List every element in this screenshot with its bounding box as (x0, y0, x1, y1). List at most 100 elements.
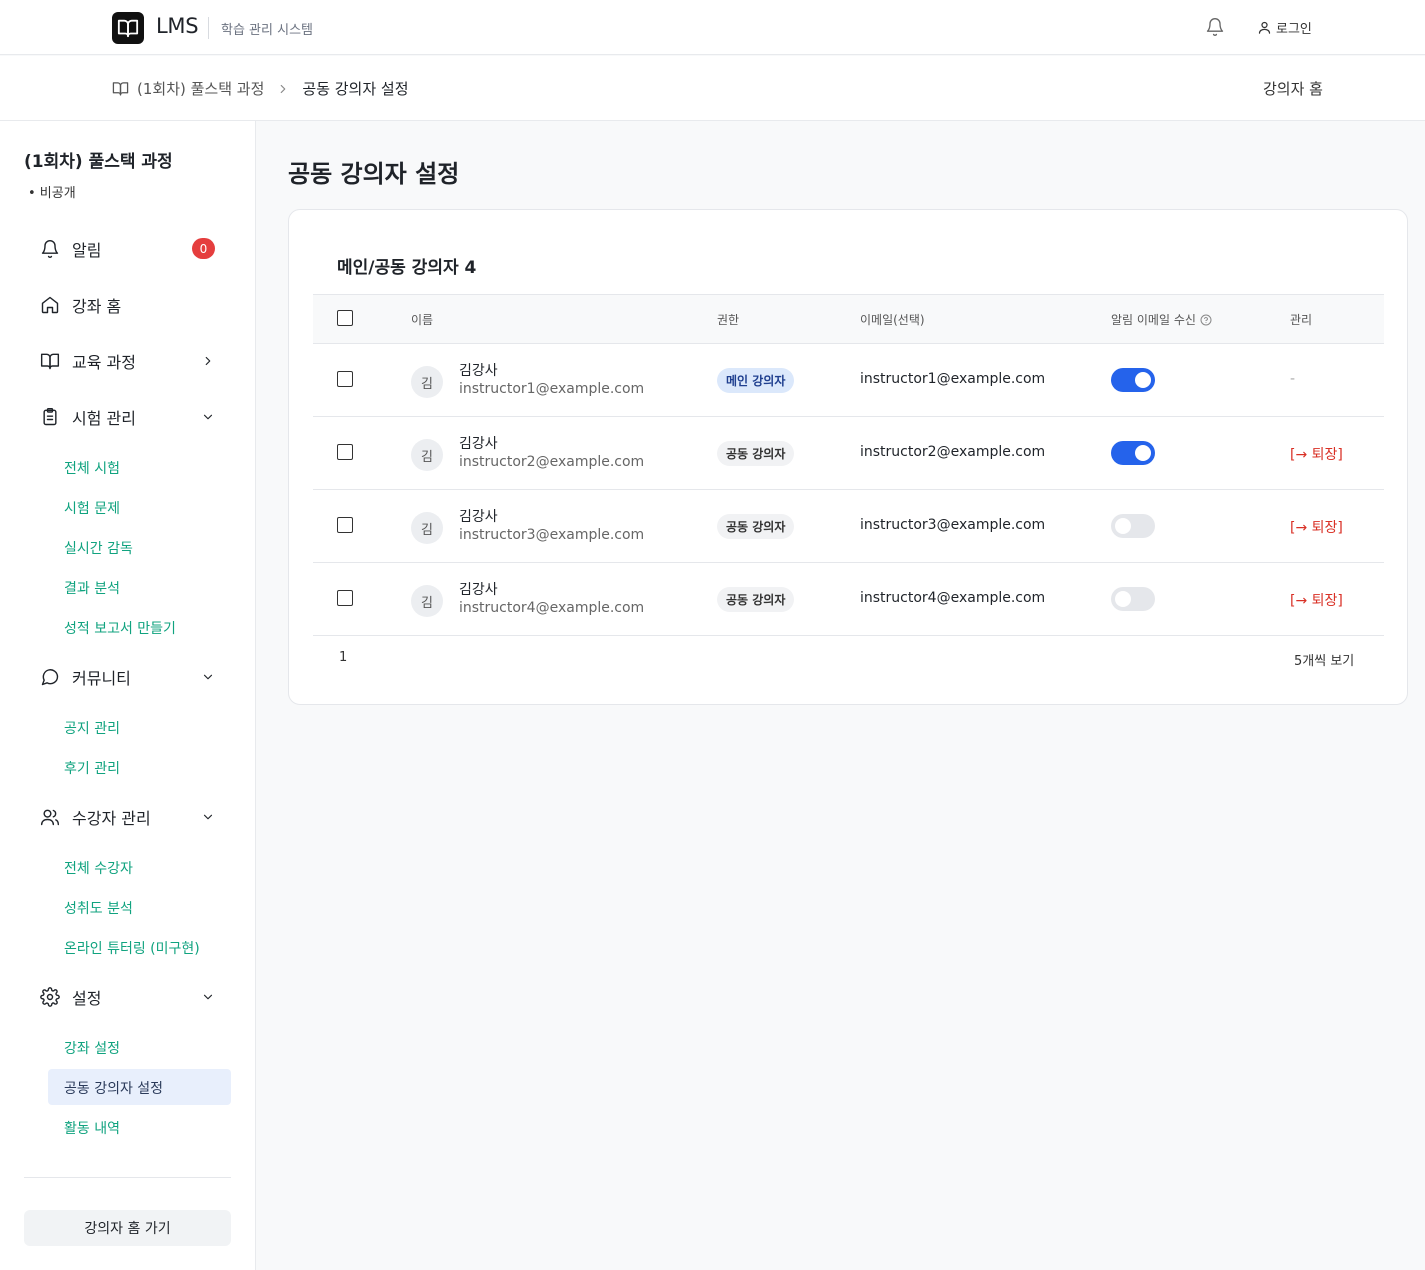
sidebar-subitem-live-proctoring[interactable]: 실시간 감독 (64, 538, 133, 558)
remove-instructor-button[interactable]: [→ 퇴장] (1290, 444, 1343, 464)
instructor-email: instructor1@example.com (860, 371, 1046, 387)
avatar: 김 (411, 585, 443, 617)
bell-icon[interactable] (1205, 17, 1225, 37)
sidebar-subitem-result-analysis[interactable]: 결과 분석 (64, 578, 120, 598)
row-checkbox[interactable] (337, 444, 353, 460)
sidebar-subitem-notice-management[interactable]: 공지 관리 (64, 718, 120, 738)
sidebar-subitem-achievement-analysis[interactable]: 성취도 분석 (64, 898, 133, 918)
role-badge: 공동 강의자 (717, 514, 795, 539)
instructor-name: 김강사 (459, 363, 498, 379)
sidebar-item-notifications[interactable]: 알림 0 (40, 237, 220, 261)
sidebar-subitem-grade-report[interactable]: 성적 보고서 만들기 (64, 618, 176, 638)
sidebar-item-course-home[interactable]: 강좌 홈 (40, 293, 220, 317)
remove-instructor-button[interactable]: [→ 퇴장] (1290, 517, 1343, 537)
book-icon (40, 351, 60, 371)
sidebar-item-label: 시험 관리 (72, 409, 136, 428)
sidebar-subitem-review-management[interactable]: 후기 관리 (64, 758, 120, 778)
select-all-checkbox[interactable] (337, 310, 353, 326)
role-badge: 공동 강의자 (717, 441, 795, 466)
users-icon (40, 807, 60, 827)
notify-email-toggle[interactable] (1111, 368, 1155, 392)
logo-book-icon[interactable] (112, 12, 144, 44)
sidebar-subitem-all-exams[interactable]: 전체 시험 (64, 458, 120, 478)
clipboard-icon (40, 407, 60, 427)
remove-instructor-button[interactable]: [→ 퇴장] (1290, 590, 1343, 610)
login-button[interactable]: 로그인 (1257, 18, 1312, 37)
sidebar-subitem-activity-log[interactable]: 활동 내역 (64, 1118, 120, 1138)
page-size-select[interactable]: 5개씩 보기 (1294, 650, 1354, 669)
table-row: 김 김강사 instructor4@example.com 공동 강의자 ins… (313, 563, 1384, 636)
instructor-name: 김강사 (459, 436, 498, 452)
card-title: 메인/공동 강의자 4 (337, 258, 477, 278)
pagination-page[interactable]: 1 (339, 650, 347, 665)
bell-icon (40, 239, 60, 259)
instructor-email: instructor2@example.com (860, 444, 1046, 460)
notify-email-toggle[interactable] (1111, 514, 1155, 538)
column-header-role: 권한 (717, 313, 740, 327)
instructor-name: 김강사 (459, 509, 498, 525)
chevron-right-icon (276, 82, 290, 96)
avatar: 김 (411, 439, 443, 471)
instructor-email: instructor3@example.com (860, 517, 1046, 533)
page-title: 공동 강의자 설정 (288, 160, 460, 188)
logo-text[interactable]: LMS (156, 14, 199, 38)
help-circle-icon[interactable] (1200, 314, 1212, 326)
gear-icon (40, 987, 60, 1007)
home-icon (40, 295, 60, 315)
sidebar-item-exam-management[interactable]: 시험 관리 (40, 405, 220, 429)
user-icon (1257, 20, 1272, 35)
column-header-notify: 알림 이메일 수신 (1111, 311, 1212, 328)
toggle-knob (1135, 372, 1151, 388)
row-checkbox[interactable] (337, 371, 353, 387)
instructor-name: 김강사 (459, 582, 498, 598)
sidebar-subitem-all-students[interactable]: 전체 수강자 (64, 858, 133, 878)
toggle-knob (1115, 591, 1131, 607)
sidebar-item-label: 커뮤니티 (72, 669, 131, 688)
login-label: 로그인 (1276, 22, 1312, 37)
top-header: LMS 학습 관리 시스템 로그인 (0, 0, 1425, 55)
logo-divider (208, 17, 209, 39)
role-badge: 공동 강의자 (717, 587, 795, 612)
sidebar-item-label: 강좌 홈 (72, 297, 122, 316)
instructor-home-link[interactable]: 강의자 홈 (1263, 78, 1323, 99)
toggle-knob (1115, 518, 1131, 534)
sidebar-item-community[interactable]: 커뮤니티 (40, 665, 220, 689)
breadcrumb-current: 공동 강의자 설정 (302, 80, 409, 98)
column-header-name: 이름 (411, 313, 434, 327)
row-checkbox[interactable] (337, 517, 353, 533)
table-header: 이름 권한 이메일(선택) 알림 이메일 수신 관리 (313, 294, 1384, 344)
sidebar-item-label: 설정 (72, 989, 102, 1008)
sidebar-item-curriculum[interactable]: 교육 과정 (40, 349, 220, 373)
sidebar-subitem-exam-questions[interactable]: 시험 문제 (64, 498, 120, 518)
sidebar-subitem-label-active: 공동 강의자 설정 (64, 1081, 164, 1097)
avatar: 김 (411, 366, 443, 398)
sidebar-subitem-course-settings[interactable]: 강좌 설정 (64, 1038, 120, 1058)
instructor-table-card: 메인/공동 강의자 4 이름 권한 이메일(선택) 알림 이메일 수신 관리 김… (288, 209, 1408, 705)
notify-email-toggle[interactable] (1111, 587, 1155, 611)
chevron-down-icon (201, 670, 215, 684)
breadcrumb-bar: (1회차) 풀스택 과정 공동 강의자 설정 강의자 홈 (0, 56, 1425, 121)
column-header-manage: 관리 (1290, 313, 1313, 327)
chevron-down-icon (201, 990, 215, 1004)
go-instructor-home-button[interactable]: 강의자 홈 가기 (24, 1210, 231, 1246)
column-header-notify-label: 알림 이메일 수신 (1111, 313, 1196, 327)
breadcrumb-course-link[interactable]: (1회차) 풀스택 과정 (137, 78, 264, 99)
notify-email-toggle[interactable] (1111, 441, 1155, 465)
sidebar-divider (24, 1177, 231, 1178)
sidebar-subitem-online-tutoring[interactable]: 온라인 튜터링 (미구현) (64, 938, 200, 958)
row-checkbox[interactable] (337, 590, 353, 606)
instructor-account: instructor2@example.com (459, 454, 645, 470)
notification-count-badge: 0 (192, 238, 215, 259)
sidebar-item-label: 알림 (72, 241, 102, 260)
chevron-down-icon (201, 810, 215, 824)
instructor-email: instructor4@example.com (860, 590, 1046, 606)
sidebar-item-settings[interactable]: 설정 (40, 985, 220, 1009)
sidebar-item-label: 수강자 관리 (72, 809, 151, 828)
instructor-account: instructor4@example.com (459, 600, 645, 616)
instructor-account: instructor3@example.com (459, 527, 645, 543)
role-badge: 메인 강의자 (717, 368, 795, 393)
chevron-right-icon (201, 354, 215, 368)
manage-empty: - (1290, 371, 1296, 387)
sidebar-item-student-management[interactable]: 수강자 관리 (40, 805, 220, 829)
instructor-account: instructor1@example.com (459, 381, 645, 397)
